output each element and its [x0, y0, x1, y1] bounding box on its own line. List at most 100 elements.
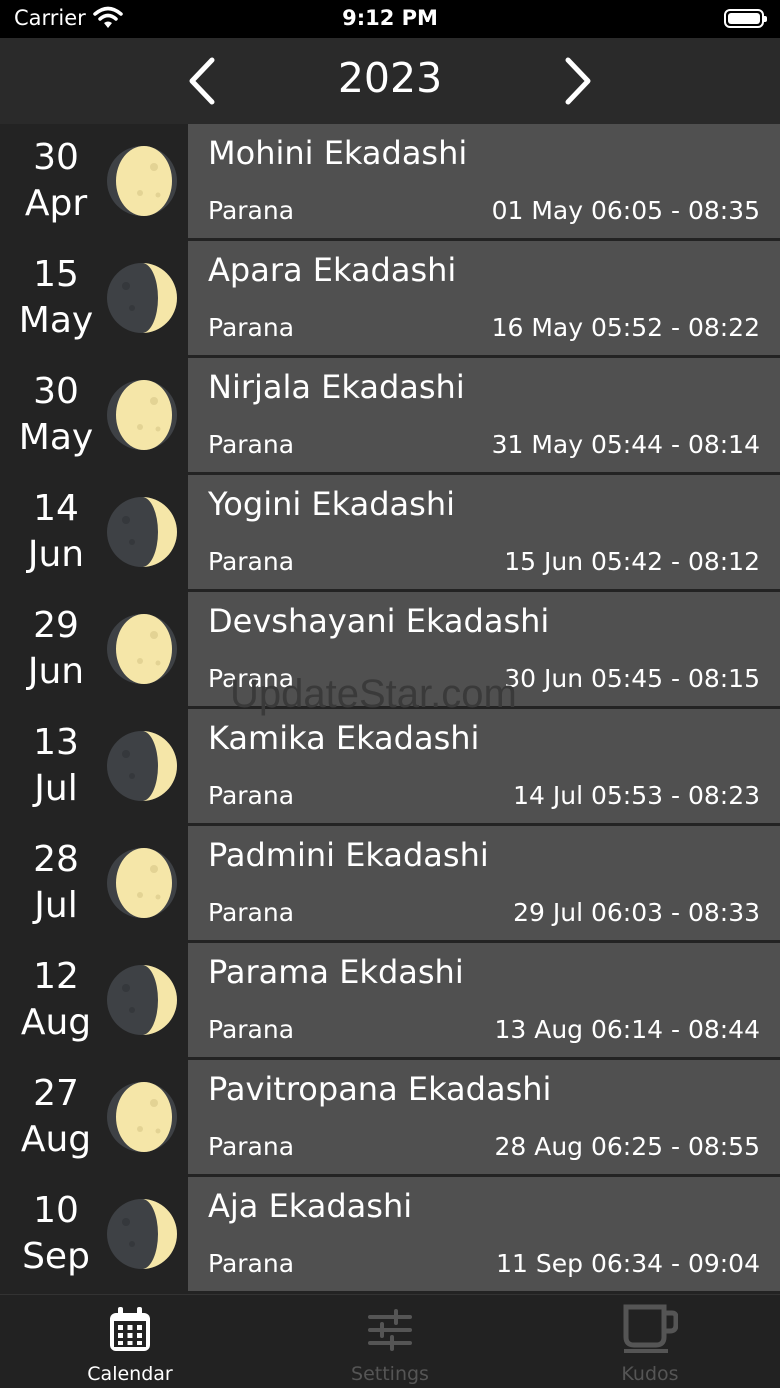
event-month: Apr	[24, 183, 88, 224]
moon-phase-icon	[107, 146, 177, 216]
tab-kudos-label: Kudos	[621, 1363, 679, 1385]
parana-time: 11 Sep 06:34 - 09:04	[496, 1249, 760, 1278]
event-month: May	[18, 300, 94, 341]
event-name: Padmini Ekadashi	[208, 836, 489, 874]
event-info[interactable]: Padmini Ekadashi Parana 29 Jul 06:03 - 0…	[188, 826, 780, 940]
event-info[interactable]: Pavitropana Ekadashi Parana 28 Aug 06:25…	[188, 1060, 780, 1174]
event-name: Pavitropana Ekadashi	[208, 1070, 552, 1108]
list-item[interactable]: 28 Jul Padmini Ekadashi Parana 29 Jul 06…	[0, 826, 780, 943]
date-cell: 30 Apr	[0, 124, 188, 238]
event-day: 28	[33, 839, 79, 880]
tab-kudos[interactable]: Kudos	[520, 1295, 780, 1388]
list-item[interactable]: 12 Aug Parama Ekdashi Parana 13 Aug 06:1…	[0, 943, 780, 1060]
list-item[interactable]: 30 May Nirjala Ekadashi Parana 31 May 05…	[0, 358, 780, 475]
parana-time: 14 Jul 05:53 - 08:23	[513, 781, 760, 810]
calendar-icon	[110, 1307, 150, 1351]
moon-phase-icon	[107, 1082, 177, 1152]
event-name: Devshayani Ekadashi	[208, 602, 550, 640]
parana-label: Parana	[208, 898, 295, 927]
moon-phase-icon	[107, 848, 177, 918]
date-cell: 28 Jul	[0, 826, 188, 940]
event-info[interactable]: Parama Ekdashi Parana 13 Aug 06:14 - 08:…	[188, 943, 780, 1057]
tab-settings-label: Settings	[351, 1363, 429, 1385]
event-info[interactable]: Kamika Ekadashi Parana 14 Jul 05:53 - 08…	[188, 709, 780, 823]
moon-phase-icon	[107, 731, 177, 801]
tab-calendar[interactable]: Calendar	[0, 1295, 260, 1388]
list-item[interactable]: 10 Sep Aja Ekadashi Parana 11 Sep 06:34 …	[0, 1177, 780, 1294]
parana-time: 29 Jul 06:03 - 08:33	[513, 898, 760, 927]
parana-label: Parana	[208, 313, 295, 342]
date-cell: 27 Aug	[0, 1060, 188, 1174]
list-item[interactable]: 30 Apr Mohini Ekadashi Parana 01 May 06:…	[0, 124, 780, 241]
event-day: 30	[33, 371, 79, 412]
parana-label: Parana	[208, 1015, 295, 1044]
event-day: 13	[33, 722, 79, 763]
battery-icon	[724, 9, 767, 28]
event-day: 10	[33, 1190, 79, 1231]
list-item[interactable]: 14 Jun Yogini Ekadashi Parana 15 Jun 05:…	[0, 475, 780, 592]
list-item[interactable]: 27 Aug Pavitropana Ekadashi Parana 28 Au…	[0, 1060, 780, 1177]
event-info[interactable]: Apara Ekadashi Parana 16 May 05:52 - 08:…	[188, 241, 780, 355]
coffee-cup-icon	[623, 1304, 678, 1353]
event-day: 14	[33, 488, 79, 529]
parana-time: 16 May 05:52 - 08:22	[491, 313, 760, 342]
event-month: Jun	[27, 534, 85, 575]
event-info[interactable]: Mohini Ekadashi Parana 01 May 06:05 - 08…	[188, 124, 780, 238]
year-title: 2023	[337, 54, 443, 102]
list-item[interactable]: 29 Jun Devshayani Ekadashi Parana 30 Jun…	[0, 592, 780, 709]
date-cell: 10 Sep	[0, 1177, 188, 1291]
event-name: Apara Ekadashi	[208, 251, 457, 289]
date-cell: 29 Jun	[0, 592, 188, 706]
event-month: Aug	[20, 1002, 92, 1043]
parana-label: Parana	[208, 1249, 295, 1278]
date-cell: 12 Aug	[0, 943, 188, 1057]
event-month: May	[18, 417, 94, 458]
tab-settings[interactable]: Settings	[260, 1295, 520, 1388]
moon-phase-icon	[107, 1199, 177, 1269]
parana-label: Parana	[208, 547, 295, 576]
tab-bar: Calendar Settings Kudos	[0, 1294, 780, 1388]
moon-phase-icon	[107, 497, 177, 567]
event-day: 12	[33, 956, 79, 997]
event-day: 15	[33, 254, 79, 295]
next-year-button[interactable]	[552, 56, 602, 106]
parana-label: Parana	[208, 781, 295, 810]
status-time: 9:12 PM	[342, 6, 438, 30]
event-name: Parama Ekdashi	[208, 953, 464, 991]
moon-phase-icon	[107, 263, 177, 333]
parana-time: 13 Aug 06:14 - 08:44	[494, 1015, 760, 1044]
event-day: 27	[33, 1073, 79, 1114]
event-info[interactable]: Devshayani Ekadashi Parana 30 Jun 05:45 …	[188, 592, 780, 706]
moon-phase-icon	[107, 614, 177, 684]
parana-label: Parana	[208, 664, 295, 693]
status-bar: Carrier 9:12 PM	[0, 0, 780, 38]
parana-time: 30 Jun 05:45 - 08:15	[504, 664, 760, 693]
parana-label: Parana	[208, 1132, 295, 1161]
moon-phase-icon	[107, 965, 177, 1035]
event-month: Jun	[27, 651, 85, 692]
event-month: Aug	[20, 1119, 92, 1160]
list-item[interactable]: 15 May Apara Ekadashi Parana 16 May 05:5…	[0, 241, 780, 358]
event-day: 30	[33, 137, 79, 178]
tab-calendar-label: Calendar	[87, 1363, 173, 1385]
date-cell: 13 Jul	[0, 709, 188, 823]
date-cell: 15 May	[0, 241, 188, 355]
parana-time: 31 May 05:44 - 08:14	[491, 430, 760, 459]
event-info[interactable]: Nirjala Ekadashi Parana 31 May 05:44 - 0…	[188, 358, 780, 472]
date-cell: 30 May	[0, 358, 188, 472]
event-name: Mohini Ekadashi	[208, 134, 468, 172]
parana-time: 01 May 06:05 - 08:35	[491, 196, 760, 225]
parana-time: 15 Jun 05:42 - 08:12	[504, 547, 760, 576]
event-month: Sep	[22, 1236, 90, 1277]
parana-label: Parana	[208, 430, 295, 459]
ekadashi-list[interactable]: 30 Apr Mohini Ekadashi Parana 01 May 06:…	[0, 124, 780, 1294]
event-name: Nirjala Ekadashi	[208, 368, 465, 406]
event-day: 29	[33, 605, 79, 646]
parana-label: Parana	[208, 196, 295, 225]
list-item[interactable]: 13 Jul Kamika Ekadashi Parana 14 Jul 05:…	[0, 709, 780, 826]
event-info[interactable]: Yogini Ekadashi Parana 15 Jun 05:42 - 08…	[188, 475, 780, 589]
sliders-icon	[368, 1309, 412, 1351]
event-info[interactable]: Aja Ekadashi Parana 11 Sep 06:34 - 09:04	[188, 1177, 780, 1291]
event-name: Aja Ekadashi	[208, 1187, 413, 1225]
event-name: Kamika Ekadashi	[208, 719, 480, 757]
